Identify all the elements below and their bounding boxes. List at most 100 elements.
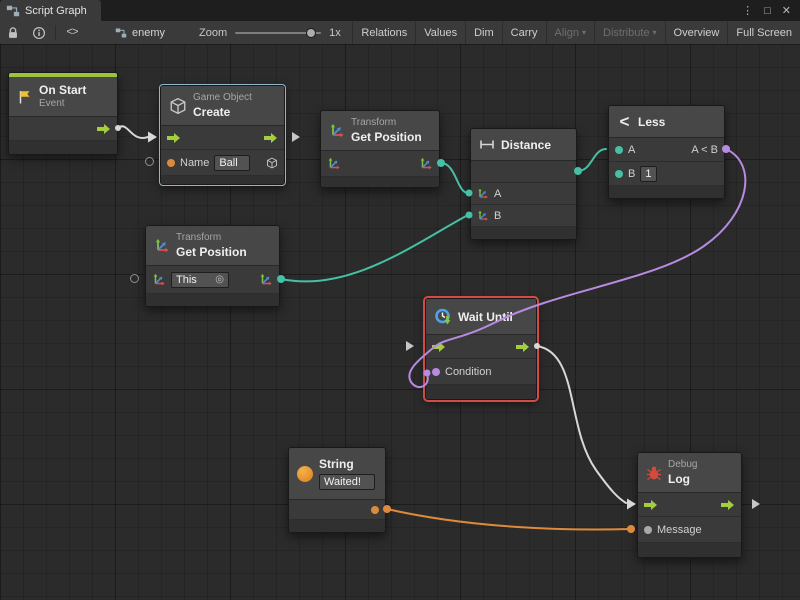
node-footer <box>9 141 117 154</box>
a-input-port[interactable] <box>615 146 623 154</box>
node-wait-until[interactable]: Wait Until Condition <box>425 298 537 400</box>
vector-output-icon[interactable] <box>259 273 273 287</box>
node-footer <box>321 177 439 187</box>
transform-input-icon[interactable] <box>152 273 166 287</box>
node-get-position-1[interactable]: Transform Get Position <box>320 110 440 188</box>
node-category: Game Object <box>193 92 252 104</box>
port-row-message: Message <box>638 517 741 543</box>
string-output-port[interactable] <box>371 506 379 514</box>
wire-distance-to-less-a <box>578 149 606 171</box>
message-input-port[interactable] <box>644 526 652 534</box>
zoom-slider[interactable] <box>235 32 321 34</box>
flow-input-port[interactable] <box>167 133 181 143</box>
code-preview-icon[interactable]: <> <box>59 21 85 44</box>
tab-label: Script Graph <box>25 5 87 17</box>
cube-icon <box>169 97 187 115</box>
string-value-field[interactable]: Waited! <box>319 474 375 490</box>
flag-icon <box>17 89 33 105</box>
node-header: Game Object Create <box>161 86 284 126</box>
node-debug-log[interactable]: Debug Log Message <box>637 452 742 558</box>
graph-asset-icon <box>115 27 127 39</box>
toolbar-button-values[interactable]: Values <box>415 21 465 44</box>
toolbar-button-dim[interactable]: Dim <box>465 21 502 44</box>
b-input-port[interactable] <box>615 170 623 178</box>
port-row <box>289 500 385 520</box>
node-footer <box>161 176 284 184</box>
vector-input-icon[interactable] <box>477 188 489 200</box>
wire-arrowhead <box>627 499 636 510</box>
graph-asset[interactable]: enemy <box>115 27 165 39</box>
bug-icon <box>646 465 662 481</box>
zoom-value: 1x <box>329 27 341 39</box>
node-footer <box>426 385 536 399</box>
flow-input-port[interactable] <box>432 342 446 352</box>
node-title: Get Position <box>176 245 247 259</box>
node-header: Distance <box>471 129 576 161</box>
node-distance[interactable]: Distance A B <box>470 128 577 240</box>
graph-canvas[interactable]: On Start Event Game Object Create Name <box>0 44 800 600</box>
toolbar-button-fullscreen[interactable]: Full Screen <box>727 21 800 44</box>
name-field[interactable]: Ball <box>214 155 250 171</box>
this-field[interactable]: This ◎ <box>171 272 229 288</box>
port-row-b: B <box>471 205 576 227</box>
flow-stub-triangle <box>752 499 760 509</box>
toolbar-button-relations[interactable]: Relations <box>352 21 415 44</box>
port-row-b: B 1 <box>609 162 724 186</box>
flow-output-port[interactable] <box>721 500 735 510</box>
port-row <box>321 151 439 177</box>
maximize-icon[interactable]: □ <box>764 5 771 17</box>
info-icon[interactable] <box>26 21 52 44</box>
node-category: Transform <box>176 232 247 244</box>
wire-arrowhead <box>148 132 157 143</box>
port-row: Name Ball <box>161 150 284 176</box>
close-icon[interactable]: ✕ <box>782 4 791 17</box>
node-title: String <box>319 457 375 471</box>
vector-input-icon[interactable] <box>477 210 489 222</box>
node-category: Transform <box>351 117 422 129</box>
node-header: < Less <box>609 106 724 138</box>
toolbar-button-carry[interactable]: Carry <box>502 21 546 44</box>
flow-input-port[interactable] <box>644 500 658 510</box>
node-title: Create <box>193 105 252 119</box>
transform-input-icon[interactable] <box>327 157 341 171</box>
wait-clock-icon <box>434 308 452 326</box>
port-row-a: A A < B <box>609 138 724 162</box>
name-input-port[interactable] <box>167 159 175 167</box>
node-header: String Waited! <box>289 448 385 500</box>
node-title: Distance <box>501 138 551 152</box>
distance-icon <box>479 137 495 153</box>
port-row <box>9 117 117 141</box>
lock-icon[interactable] <box>0 21 26 44</box>
chevron-down-icon: ▾ <box>653 28 657 37</box>
zoom-control: Zoom 1x <box>199 27 341 39</box>
wire-endpoint <box>627 525 635 533</box>
object-picker-icon[interactable]: ◎ <box>215 275 224 285</box>
port-row-condition: Condition <box>426 359 536 385</box>
toolbar-separator <box>55 25 56 40</box>
toolbar-button-overview[interactable]: Overview <box>665 21 728 44</box>
node-subtitle: Event <box>39 98 86 110</box>
node-create[interactable]: Game Object Create Name Ball <box>160 85 285 185</box>
flow-output-port[interactable] <box>264 133 278 143</box>
node-string[interactable]: String Waited! <box>288 447 386 533</box>
zoom-slider-knob[interactable] <box>306 28 316 38</box>
result-label: A < B <box>691 144 718 156</box>
b-value-field[interactable]: 1 <box>640 166 657 182</box>
wire-get-position-1-to-distance-a <box>441 163 468 193</box>
wire-get-position-2-to-distance-b <box>281 215 468 281</box>
node-title: Log <box>668 472 697 486</box>
flow-stub-triangle <box>406 341 414 351</box>
game-object-icon <box>266 157 278 169</box>
port-row <box>161 126 284 150</box>
node-get-position-2[interactable]: Transform Get Position This ◎ <box>145 225 280 307</box>
port-row <box>426 335 536 359</box>
tab-script-graph[interactable]: Script Graph <box>0 0 101 21</box>
node-less[interactable]: < Less A A < B B 1 <box>608 105 725 199</box>
node-footer <box>146 294 279 306</box>
flow-output-port[interactable] <box>97 124 111 134</box>
vector-output-icon[interactable] <box>419 157 433 171</box>
node-on-start[interactable]: On Start Event <box>8 72 118 155</box>
pane-menu-icon[interactable]: ⋮ <box>742 4 753 17</box>
condition-input-port[interactable] <box>432 368 440 376</box>
flow-output-port[interactable] <box>516 342 530 352</box>
